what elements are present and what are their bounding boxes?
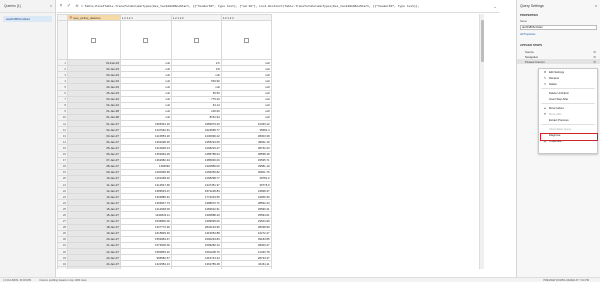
- query-item-label: tax20180ScoStart: [6, 17, 30, 21]
- power-query-editor: Queries [1] < tax20180ScoStart × ✓ fx = …: [0, 0, 600, 282]
- queries-pane-header: Queries [1] <: [0, 0, 55, 13]
- menu-item-icon: ▼: [543, 112, 547, 116]
- all-properties-link[interactable]: All Properties: [517, 31, 600, 38]
- table-cell[interactable]: 25-Jan-07: [66, 266, 121, 269]
- empty-profile-space: [271, 20, 479, 60]
- menu-item-icon: ✕: [543, 82, 547, 86]
- table-cell[interactable]: 1455843.07: [119, 266, 172, 269]
- gear-icon[interactable]: ⚙: [593, 55, 596, 59]
- profile-placeholder-icon: [143, 37, 149, 43]
- menu-item[interactable]: Insert Step After: [539, 96, 597, 102]
- menu-item-icon: ✎: [543, 76, 547, 80]
- table-cell[interactable]: 1435884.40: [170, 266, 222, 269]
- column-profile: [220, 20, 272, 61]
- close-icon[interactable]: ×: [595, 4, 597, 8]
- empty-cell: [271, 267, 478, 269]
- status-profiling-info: Column profiling based on top 1000 rows: [39, 278, 87, 282]
- menu-item-label: Rename: [549, 76, 560, 80]
- scrollbar-thumb[interactable]: [481, 20, 484, 62]
- cancel-icon[interactable]: ×: [57, 2, 65, 10]
- column-profile: [119, 20, 172, 61]
- table-body: 1 01-Feb-03 null 2.6 null 2 02-Jan-03 null 0.8 nu…: [57, 59, 479, 269]
- data-table: 📅 tpep_pickup_datetime 1.2 1.2 1 1.2 1.2…: [57, 14, 479, 269]
- applied-step-label: Navigation: [525, 54, 539, 59]
- profile-placeholder-icon: [91, 37, 97, 43]
- profile-corner: [57, 20, 68, 61]
- vertical-scrollbar[interactable]: [479, 14, 484, 269]
- highlight-box: [540, 133, 598, 141]
- commit-icon[interactable]: ✓: [65, 2, 73, 10]
- profile-placeholder-icon: [243, 37, 249, 43]
- column-profile: [170, 20, 222, 61]
- menu-item-label: Extract Previous: [549, 118, 569, 122]
- query-settings-title: Query Settings: [520, 3, 544, 8]
- menu-item-label: Edit Settings: [549, 70, 565, 74]
- context-menu: ⚙ Edit Settings ✎ Rename ✕ Delete Delete Until…: [538, 68, 598, 154]
- menu-separator: [541, 124, 595, 125]
- name-input-value: tax20180ScoStart: [522, 26, 543, 29]
- queries-pane-title: Queries [1]: [4, 4, 21, 8]
- column-header-label: 1.2 2: [177, 15, 184, 20]
- fx-icon: fx: [75, 4, 79, 8]
- properties-header: PROPERTIES: [520, 13, 539, 17]
- applied-steps-header: APPLIED STEPS: [520, 43, 543, 47]
- name-label: Name: [520, 20, 527, 23]
- column-profile: [66, 20, 121, 61]
- table-row[interactable]: 3525-Jan-071455843.071435884.4038161.17: [57, 266, 479, 269]
- gear-icon[interactable]: ⚙: [593, 50, 596, 54]
- expand-formula-icon[interactable]: ⌄: [491, 4, 499, 9]
- data-grid[interactable]: 📅 tpep_pickup_datetime 1.2 1.2 1 1.2 1.2…: [57, 14, 479, 269]
- menu-item-label: Insert Step After: [549, 97, 569, 101]
- profile-placeholder-icon: [193, 37, 199, 43]
- menu-separator: [541, 88, 595, 89]
- column-header-label: 1.2 4: [227, 15, 234, 20]
- decimal-type-icon: 1.2: [222, 15, 227, 20]
- menu-separator: [541, 103, 595, 104]
- query-item[interactable]: tax20180ScoStart: [3, 16, 52, 22]
- menu-item[interactable]: ✕ Delete: [539, 81, 597, 87]
- name-input[interactable]: tax20180ScoStart: [520, 25, 597, 30]
- queries-pane: Queries [1] < tax20180ScoStart: [0, 0, 56, 277]
- menu-item-icon: ⚙: [543, 70, 547, 74]
- column-header-label: tpep_pickup_datetime: [73, 15, 101, 20]
- collapse-chevron-icon[interactable]: <: [50, 4, 52, 8]
- menu-item-label: View Native Query: [549, 127, 572, 131]
- decimal-type-icon: 1.2: [121, 15, 126, 20]
- table-cell[interactable]: 38161.17: [220, 266, 272, 269]
- query-settings-header: Query Settings ×: [517, 0, 600, 11]
- status-column-count: 4 COLUMNS, 36 ROWS: [3, 278, 32, 282]
- menu-item-label: Move before: [549, 106, 564, 110]
- gear-icon[interactable]: ⚙: [593, 60, 596, 64]
- menu-item[interactable]: Extract Previous: [539, 117, 597, 123]
- menu-item-icon: ▲: [543, 106, 547, 110]
- column-profile-row: [57, 20, 479, 61]
- applied-step-label: Source: [525, 49, 534, 54]
- column-header-label: 1.2 1: [126, 15, 133, 20]
- applied-step-selected[interactable]: Pivoted Column ⚙: [517, 59, 600, 64]
- menu-item-label: Delete: [549, 82, 557, 86]
- applied-step-label: Pivoted Column: [525, 59, 545, 64]
- menu-item-label: Move after: [549, 112, 562, 116]
- menu-item-label: Delete Until End: [549, 91, 569, 95]
- calendar-icon: 📅: [68, 15, 73, 20]
- status-bar: 4 COLUMNS, 36 ROWS Column profiling base…: [0, 277, 600, 282]
- formula-bar: × ✓ fx = Table.PivotTable.TransformColum…: [57, 0, 499, 13]
- formula-input[interactable]: = Table.PivotTable.TransformColumnTypes(…: [81, 5, 491, 8]
- status-preview-time: PREVIEW DOWNLOADED AT 7:44 PM: [543, 278, 589, 282]
- row-number: 35: [57, 266, 68, 269]
